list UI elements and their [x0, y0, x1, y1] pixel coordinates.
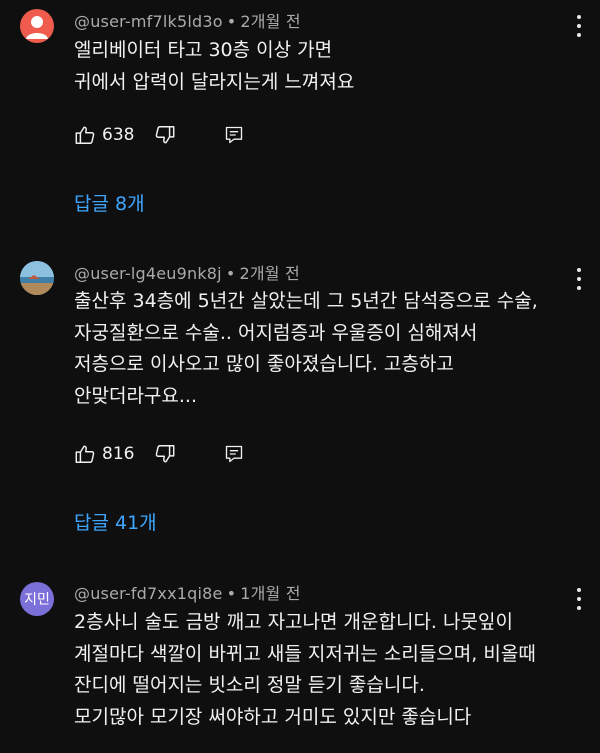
comment-text: 출산후 34층에 5년간 살았는데 그 5년간 담석증으로 수술, 자궁질환으로…	[74, 286, 584, 412]
comment-line: 엘리베이터 타고 30층 이상 가면	[74, 39, 333, 61]
comment-line: 귀에서 압력이 달라지는게 느껴져요	[74, 70, 355, 93]
like-count: 816	[102, 444, 135, 464]
reply-comment-icon	[226, 126, 243, 144]
like-button[interactable]: 816	[74, 443, 134, 465]
author-name[interactable]: @user-fd7xx1qi8e	[74, 584, 223, 603]
comment-line: 계절마다 색깔이 바뀌고 새들 지저귀는 소리들으며, 비올때	[74, 642, 536, 665]
comment-line: 안맞더라구요...	[74, 384, 197, 407]
comment-line: 출산후 34층에 5년간 살았는데 그 5년간 담석증으로 수술,	[74, 290, 538, 312]
avatar[interactable]	[20, 261, 54, 295]
thumbs-up-icon	[75, 126, 95, 144]
reply-button[interactable]	[224, 444, 244, 464]
comment-line: 2층사니 술도 금방 깨고 자고나면 개운합니다. 나뭇잎이	[74, 611, 513, 633]
comment-line: 잔디에 떨어지는 빗소리 정말 듣기 좋습니다.	[74, 674, 425, 696]
comment-line: 모기많아 모기장 써야하고 거미도 있지만 좋습니다	[74, 705, 472, 728]
comment-meta: @user-lg4eu9nk8j • 2개월 전	[74, 264, 300, 283]
comment-actions: 638	[74, 123, 244, 147]
reply-button[interactable]	[224, 125, 244, 145]
avatar-initials: 지민	[24, 592, 50, 608]
view-replies-button[interactable]: 답글 8개	[74, 189, 145, 216]
avatar[interactable]: 지민	[20, 582, 54, 616]
reply-comment-icon	[226, 445, 243, 463]
thumbs-up-icon	[75, 445, 95, 463]
comment-actions: 816	[74, 442, 244, 466]
timestamp: 1개월 전	[240, 584, 301, 603]
landscape-photo-icon	[20, 261, 54, 295]
comment-meta: @user-mf7lk5ld3o • 2개월 전	[74, 12, 301, 31]
comment-text: 2층사니 술도 금방 깨고 자고나면 개운합니다. 나뭇잎이 계절마다 색깔이 …	[74, 607, 584, 733]
thumbs-down-icon	[156, 126, 175, 144]
timestamp: 2개월 전	[240, 12, 301, 31]
comment-meta: @user-fd7xx1qi8e • 1개월 전	[74, 584, 301, 603]
dislike-button[interactable]	[154, 124, 176, 146]
like-count: 638	[102, 125, 135, 145]
thumbs-down-icon	[156, 445, 175, 463]
avatar[interactable]	[20, 9, 54, 43]
dislike-button[interactable]	[154, 443, 176, 465]
author-name[interactable]: @user-mf7lk5ld3o	[74, 12, 223, 31]
comment-text: 엘리베이터 타고 30층 이상 가면 귀에서 압력이 달라지는게 느껴져요	[74, 35, 584, 98]
like-button[interactable]: 638	[74, 124, 134, 146]
timestamp: 2개월 전	[239, 264, 300, 283]
person-icon	[26, 16, 48, 39]
comment-line: 저층으로 이사오고 많이 좋아졌습니다. 고층하고	[74, 353, 454, 375]
author-name[interactable]: @user-lg4eu9nk8j	[74, 264, 222, 283]
more-vertical-icon[interactable]	[574, 15, 584, 37]
comment-line: 자궁질환으로 수술.. 어지럼증과 우울증이 심해져서	[74, 321, 478, 344]
view-replies-button[interactable]: 답글 41개	[74, 508, 157, 535]
